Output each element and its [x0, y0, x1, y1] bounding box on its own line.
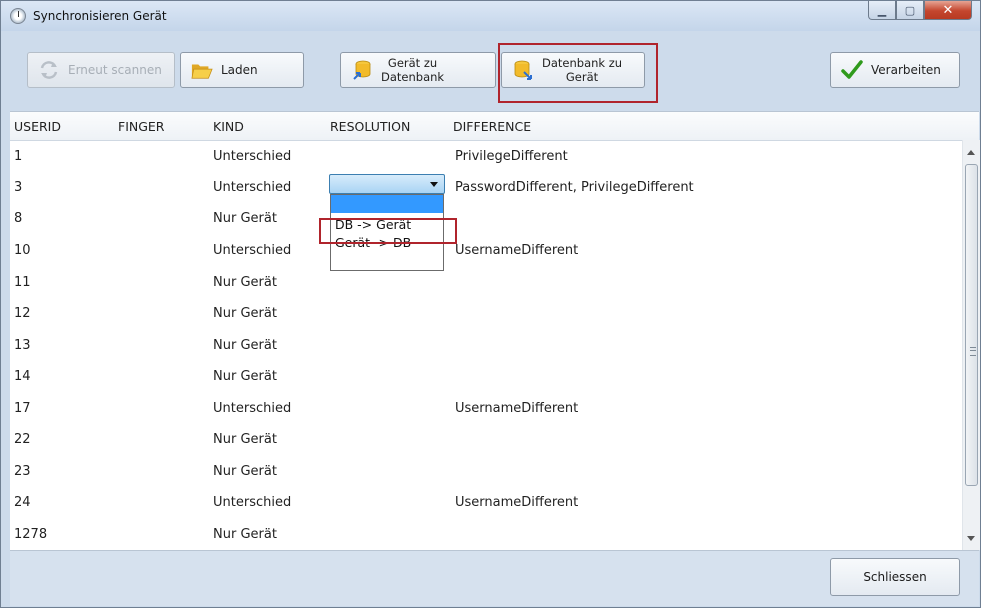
- scroll-down-icon[interactable]: [967, 536, 975, 541]
- clock-icon: [10, 8, 26, 24]
- cell-userid: 3: [14, 180, 23, 195]
- minimize-icon: ▁: [877, 3, 887, 17]
- minimize-button[interactable]: ▁: [868, 1, 896, 20]
- table-row[interactable]: 1278 Nur Gerät: [10, 520, 963, 551]
- table-row[interactable]: 11 Nur Gerät: [10, 268, 963, 299]
- cell-userid: 13: [14, 338, 31, 353]
- cell-userid: 11: [14, 275, 31, 290]
- header-difference[interactable]: DIFFERENCE: [453, 119, 531, 134]
- table-row[interactable]: 3 Unterschied PasswordDifferent, Privile…: [10, 173, 963, 204]
- table-row[interactable]: 24 Unterschied UsernameDifferent: [10, 488, 963, 519]
- cell-kind: Nur Gerät: [213, 275, 277, 290]
- device-to-db-button[interactable]: Gerät zu Datenbank: [340, 52, 496, 88]
- cell-userid: 22: [14, 432, 31, 447]
- cell-kind: Nur Gerät: [213, 432, 277, 447]
- cell-userid: 1: [14, 149, 23, 164]
- device-to-db-text: Gerät zu Datenbank: [381, 56, 444, 84]
- table-row[interactable]: 8 Nur Gerät: [10, 204, 963, 235]
- close-window-button[interactable]: ✕: [924, 1, 972, 20]
- load-label: Laden: [221, 63, 258, 77]
- rescan-label: Erneut scannen: [68, 63, 162, 77]
- highlight-box-option: [319, 218, 457, 244]
- cell-kind: Unterschied: [213, 401, 292, 416]
- window-controls: ▁ ▢ ✕: [868, 1, 972, 20]
- cell-userid: 8: [14, 211, 23, 226]
- checkmark-icon: [841, 60, 863, 79]
- toolbar: Erneut scannen Laden Gerät zu Datenbank: [10, 44, 979, 104]
- cell-userid: 10: [14, 243, 31, 258]
- rescan-button[interactable]: Erneut scannen: [27, 52, 175, 88]
- cell-kind: Nur Gerät: [213, 369, 277, 384]
- cell-userid: 14: [14, 369, 31, 384]
- resolution-dropdown[interactable]: [329, 174, 445, 194]
- header-userid[interactable]: USERID: [14, 119, 61, 134]
- header-finger[interactable]: FINGER: [118, 119, 165, 134]
- cell-kind: Nur Gerät: [213, 306, 277, 321]
- load-button[interactable]: Laden: [180, 52, 304, 88]
- maximize-button[interactable]: ▢: [896, 1, 924, 20]
- resolution-option-empty[interactable]: [331, 195, 443, 213]
- cell-kind: Nur Gerät: [213, 464, 277, 479]
- cell-kind: Unterschied: [213, 149, 292, 164]
- table-row[interactable]: 23 Nur Gerät: [10, 457, 963, 488]
- highlight-box-toolbar: [498, 43, 658, 103]
- grid-header: USERID FINGER KIND RESOLUTION DIFFERENCE: [10, 112, 979, 141]
- sync-window: Synchronisieren Gerät ▁ ▢ ✕ Erneut scann…: [0, 0, 981, 608]
- folder-icon: [191, 64, 213, 79]
- table-row[interactable]: 22 Nur Gerät: [10, 425, 963, 456]
- database-import-icon: [353, 60, 371, 80]
- close-label: Schliessen: [863, 570, 927, 584]
- maximize-icon: ▢: [904, 3, 916, 17]
- cell-kind: Unterschied: [213, 495, 292, 510]
- cell-kind: Unterschied: [213, 180, 292, 195]
- cell-kind: Nur Gerät: [213, 211, 277, 226]
- header-resolution[interactable]: RESOLUTION: [330, 119, 410, 134]
- footer-bar: Schliessen: [10, 550, 979, 606]
- sync-grid: USERID FINGER KIND RESOLUTION DIFFERENCE…: [10, 111, 980, 551]
- device-to-db-line1: Gerät zu: [387, 56, 438, 70]
- cell-userid: 24: [14, 495, 31, 510]
- scroll-up-icon[interactable]: [967, 150, 975, 155]
- table-row[interactable]: 17 Unterschied UsernameDifferent: [10, 394, 963, 425]
- close-icon: ✕: [942, 2, 954, 18]
- process-label: Verarbeiten: [871, 63, 941, 77]
- cell-kind: Nur Gerät: [213, 338, 277, 353]
- title-bar[interactable]: Synchronisieren Gerät ▁ ▢ ✕: [1, 1, 980, 31]
- refresh-icon: [40, 61, 58, 79]
- cell-kind: Nur Gerät: [213, 527, 277, 542]
- cell-difference: UsernameDifferent: [455, 243, 579, 258]
- cell-difference: UsernameDifferent: [455, 401, 579, 416]
- cell-userid: 12: [14, 306, 31, 321]
- cell-difference: PasswordDifferent, PrivilegeDifferent: [455, 180, 694, 195]
- vertical-scrollbar[interactable]: [962, 140, 980, 550]
- process-button[interactable]: Verarbeiten: [830, 52, 960, 88]
- device-to-db-line2: Datenbank: [381, 70, 445, 84]
- table-row[interactable]: 14 Nur Gerät: [10, 362, 963, 393]
- chevron-down-icon: [430, 182, 438, 187]
- table-row[interactable]: 10 Unterschied UsernameDifferent: [10, 236, 963, 267]
- cell-kind: Unterschied: [213, 243, 292, 258]
- grip-icon: [970, 347, 976, 356]
- cell-userid: 17: [14, 401, 31, 416]
- window-title: Synchronisieren Gerät: [33, 9, 167, 23]
- scroll-thumb[interactable]: [965, 164, 978, 486]
- header-kind[interactable]: KIND: [213, 119, 244, 134]
- table-row[interactable]: 13 Nur Gerät: [10, 331, 963, 362]
- cell-difference: UsernameDifferent: [455, 495, 579, 510]
- close-button[interactable]: Schliessen: [830, 558, 960, 596]
- table-row[interactable]: 12 Nur Gerät: [10, 299, 963, 330]
- cell-difference: PrivilegeDifferent: [455, 149, 568, 164]
- cell-userid: 23: [14, 464, 31, 479]
- cell-userid: 1278: [14, 527, 48, 542]
- table-row[interactable]: 1 Unterschied PrivilegeDifferent: [10, 142, 963, 173]
